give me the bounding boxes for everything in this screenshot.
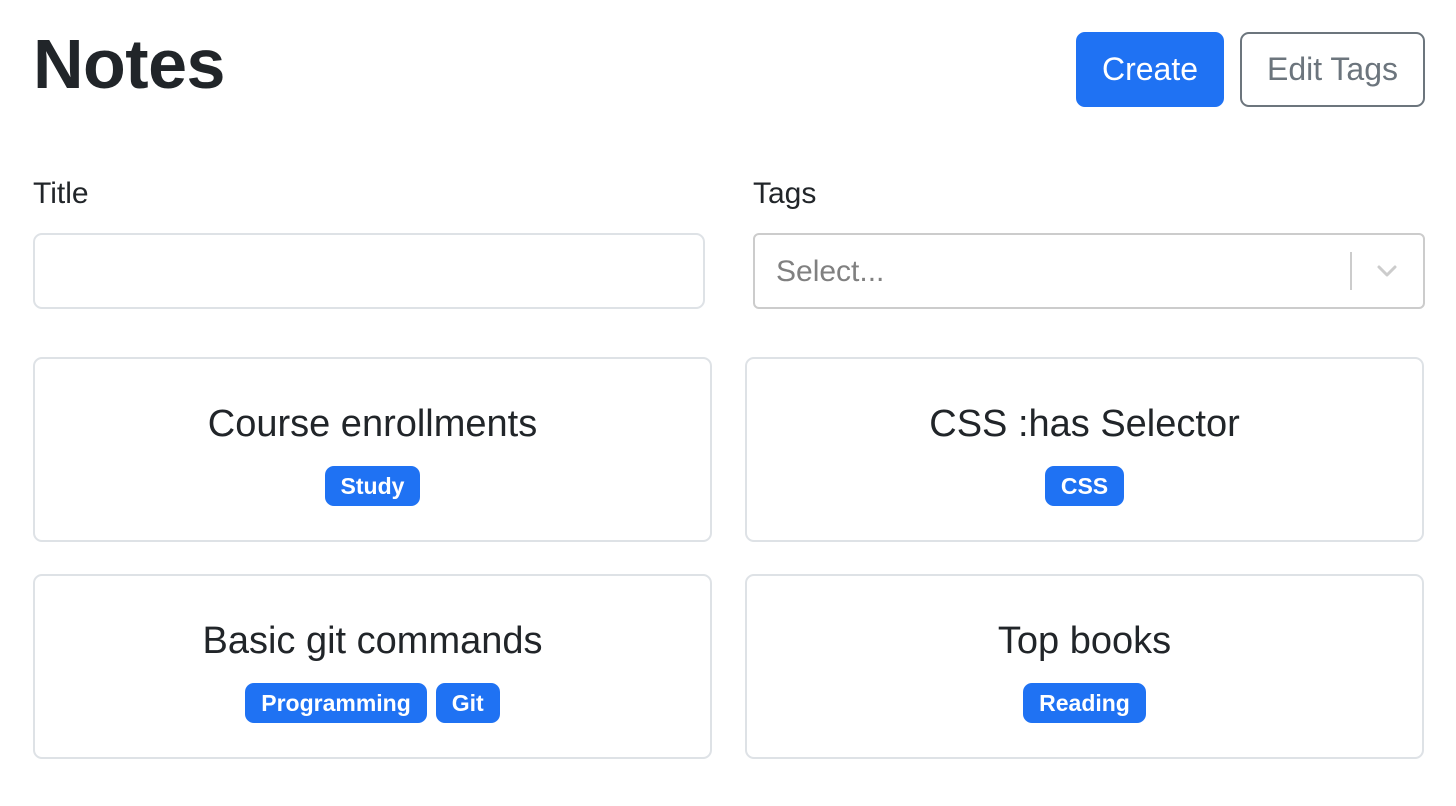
tag-badge: Programming [245, 683, 427, 723]
notes-page: Notes Create Edit Tags Title Tags Select… [0, 0, 1456, 806]
tag-badge: CSS [1044, 466, 1125, 506]
title-input[interactable] [33, 233, 705, 309]
create-button[interactable]: Create [1076, 32, 1224, 107]
note-tags: Study [324, 466, 421, 506]
note-tags: Reading [1023, 683, 1146, 723]
note-card[interactable]: Basic git commands Programming Git [33, 574, 712, 759]
note-tags: Programming Git [245, 683, 500, 723]
tags-label: Tags [753, 177, 817, 210]
tags-select-placeholder: Select... [776, 255, 885, 288]
note-title: Basic git commands [202, 620, 543, 662]
note-title: Top books [997, 620, 1172, 662]
note-tags: CSS [1044, 466, 1125, 506]
select-indicator-separator [1350, 252, 1352, 290]
tag-badge: Study [324, 466, 421, 506]
chevron-down-icon[interactable] [1375, 259, 1399, 283]
note-card[interactable]: Course enrollments Study [33, 357, 712, 542]
page-title: Notes [33, 25, 225, 103]
tags-select[interactable]: Select... [753, 233, 1425, 309]
note-card[interactable]: CSS :has Selector CSS [745, 357, 1424, 542]
title-label: Title [33, 177, 89, 210]
tag-badge: Reading [1023, 683, 1146, 723]
note-card[interactable]: Top books Reading [745, 574, 1424, 759]
tag-badge: Git [435, 683, 500, 723]
note-title: Course enrollments [207, 403, 538, 445]
note-title: CSS :has Selector [929, 403, 1240, 445]
edit-tags-button[interactable]: Edit Tags [1240, 32, 1425, 107]
